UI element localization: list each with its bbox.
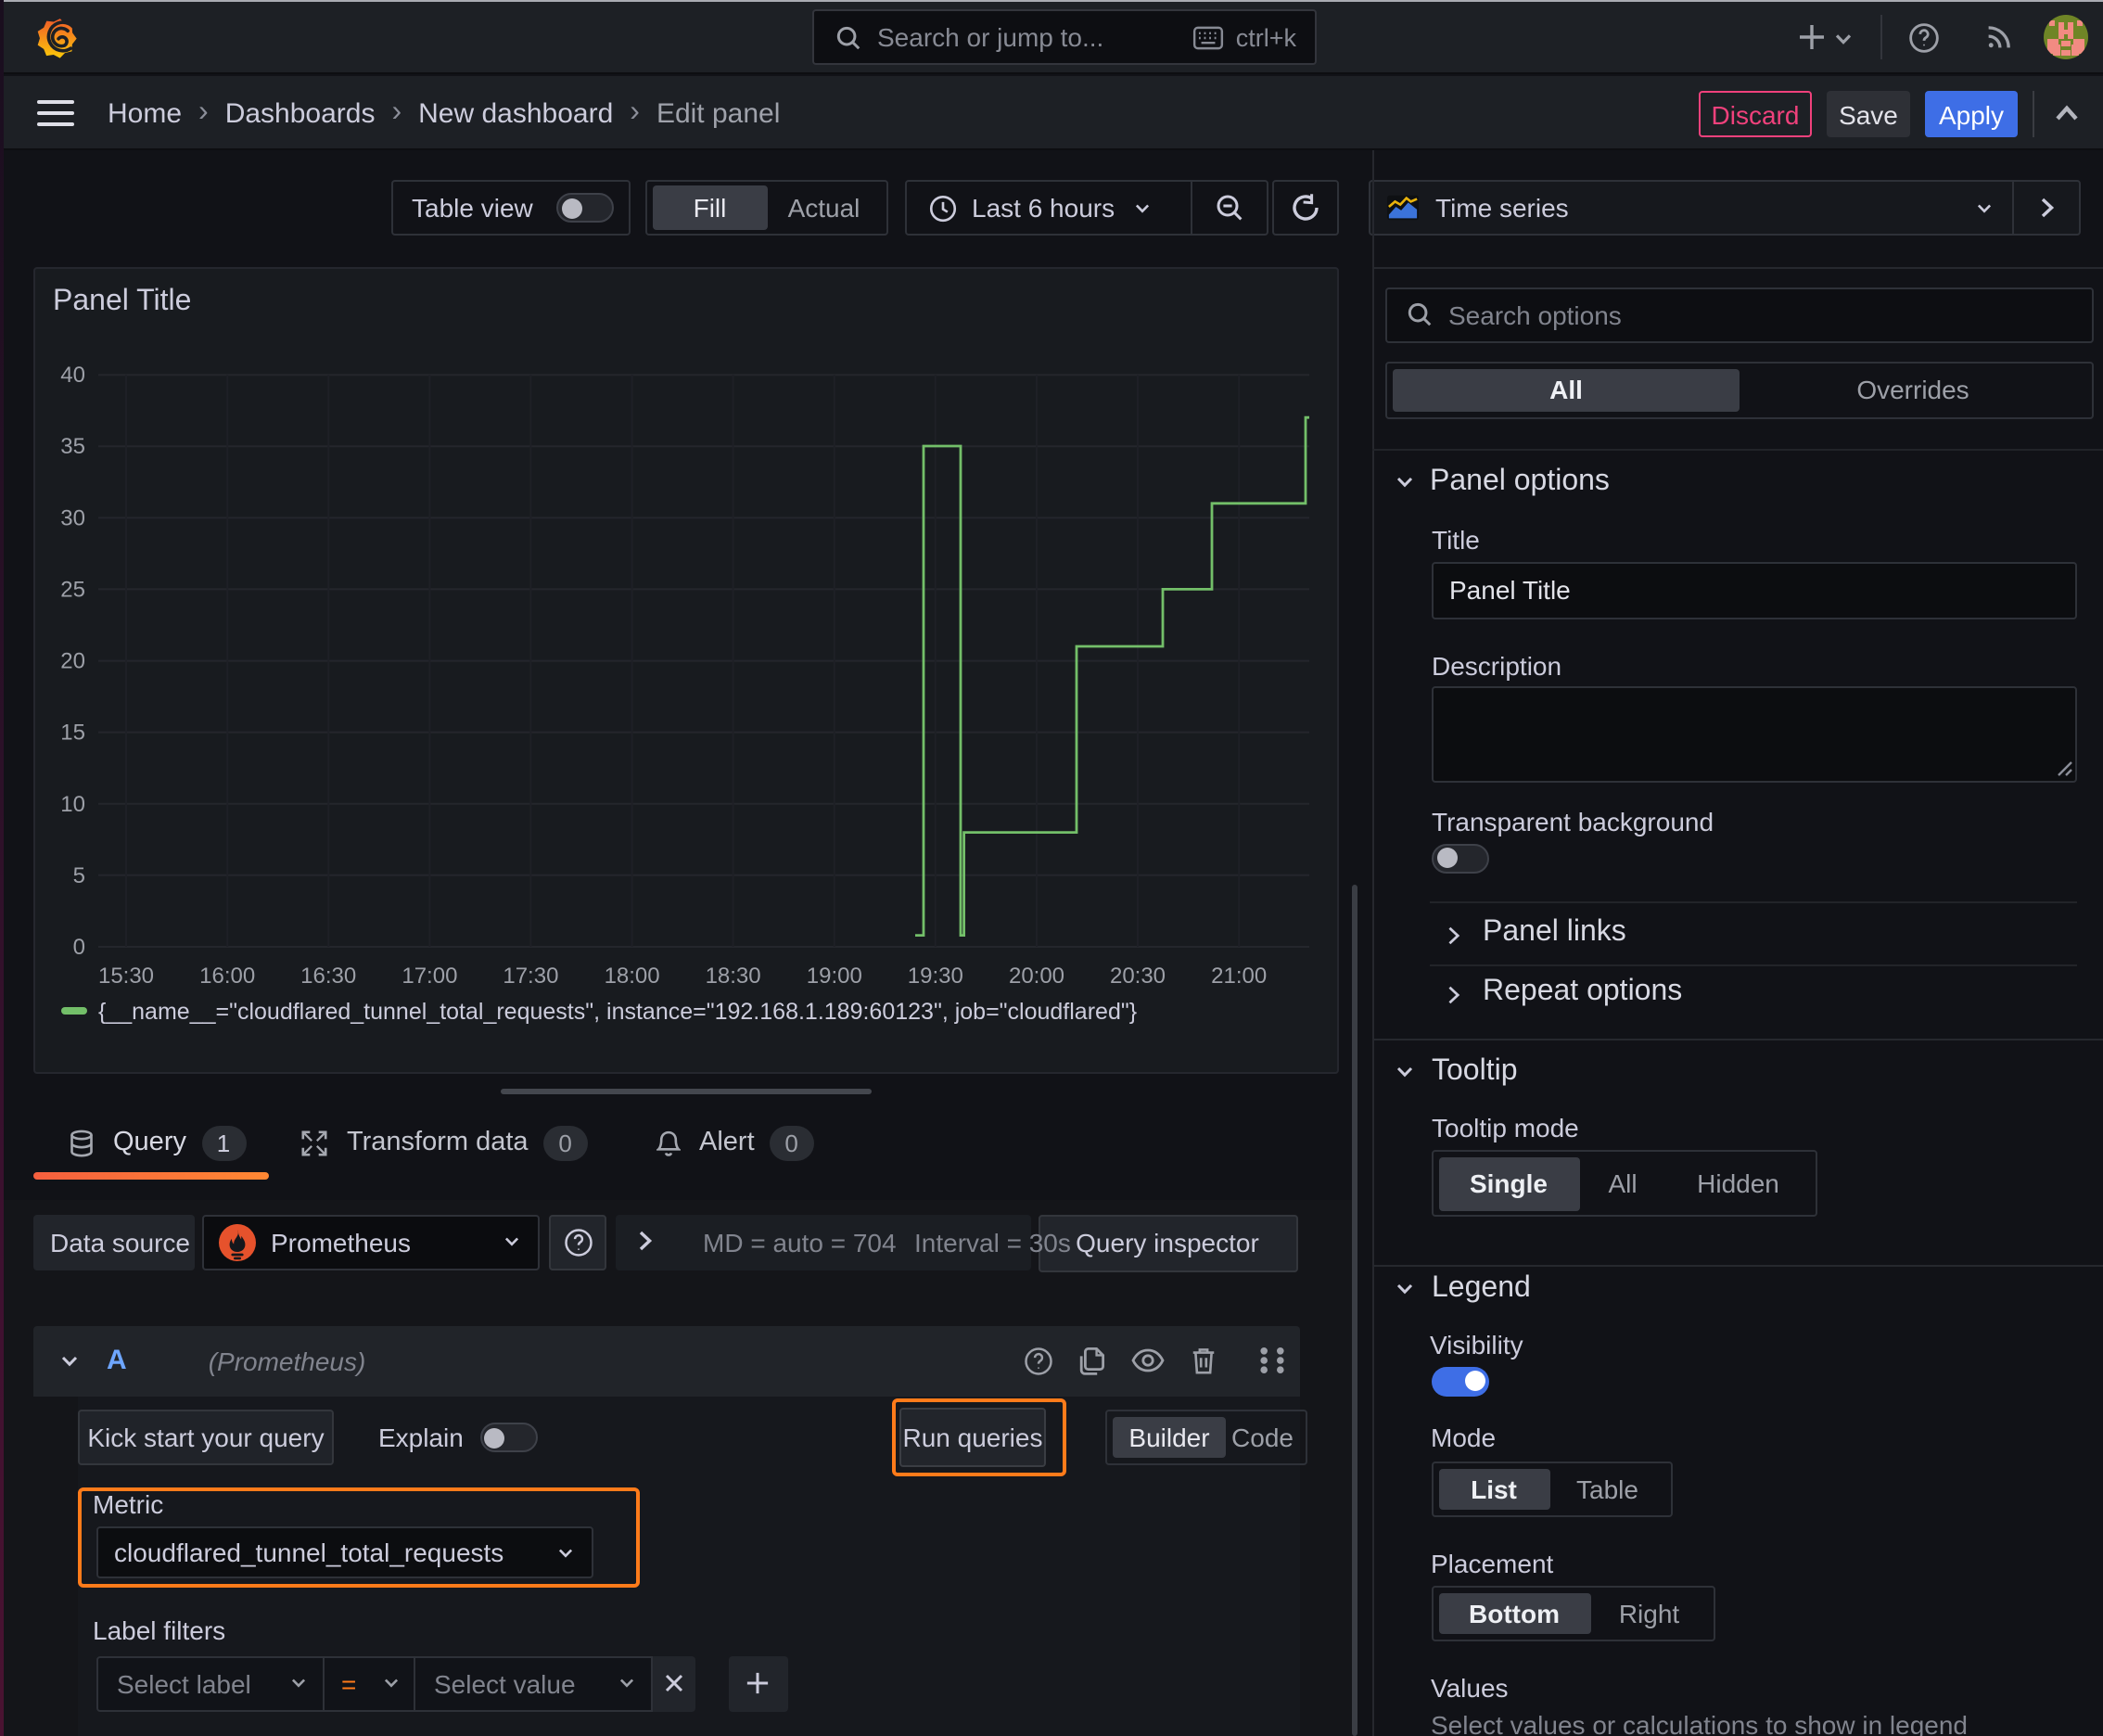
svg-text:20:30: 20:30 bbox=[1110, 963, 1166, 988]
svg-text:17:00: 17:00 bbox=[401, 963, 457, 988]
svg-text:16:30: 16:30 bbox=[300, 963, 356, 988]
svg-text:10: 10 bbox=[60, 791, 85, 816]
svg-text:0: 0 bbox=[73, 934, 85, 959]
svg-text:18:30: 18:30 bbox=[706, 963, 761, 988]
svg-text:21:00: 21:00 bbox=[1211, 963, 1267, 988]
svg-text:20:00: 20:00 bbox=[1009, 963, 1064, 988]
svg-text:19:30: 19:30 bbox=[908, 963, 963, 988]
svg-text:16:00: 16:00 bbox=[199, 963, 255, 988]
svg-text:15:30: 15:30 bbox=[98, 963, 154, 988]
svg-text:18:00: 18:00 bbox=[605, 963, 660, 988]
svg-text:30: 30 bbox=[60, 504, 85, 530]
svg-text:25: 25 bbox=[60, 576, 85, 601]
svg-text:5: 5 bbox=[73, 862, 85, 887]
svg-text:40: 40 bbox=[60, 362, 85, 387]
svg-text:19:00: 19:00 bbox=[807, 963, 862, 988]
svg-text:17:30: 17:30 bbox=[503, 963, 558, 988]
svg-text:35: 35 bbox=[60, 433, 85, 458]
svg-text:20: 20 bbox=[60, 648, 85, 673]
svg-text:{__name__="cloudflared_tunnel_: {__name__="cloudflared_tunnel_total_requ… bbox=[98, 998, 1137, 1024]
svg-text:15: 15 bbox=[60, 720, 85, 745]
